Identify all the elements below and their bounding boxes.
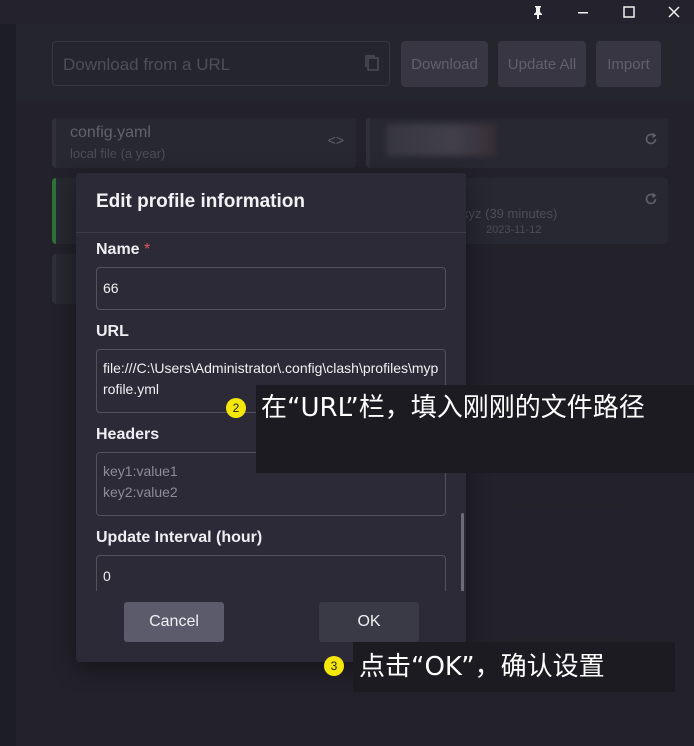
dialog-scrollbar[interactable]	[461, 513, 464, 593]
pin-icon[interactable]	[516, 0, 560, 24]
name-label-text: Name	[96, 241, 140, 258]
name-value: 66	[103, 280, 119, 296]
headers-placeholder-line2: key2:value2	[103, 484, 178, 500]
ok-button[interactable]: OK	[319, 602, 419, 642]
step-3-callout: 点击“OK”，确认设置	[353, 642, 675, 692]
dialog-title: Edit profile information	[96, 191, 305, 212]
dialog-divider	[76, 232, 466, 233]
step-3-badge: 3	[324, 656, 344, 676]
name-field[interactable]: 66	[96, 267, 446, 310]
close-icon[interactable]	[652, 0, 694, 24]
name-label: Name *	[96, 241, 150, 259]
cancel-button[interactable]: Cancel	[124, 602, 224, 642]
url-label: URL	[96, 323, 129, 340]
required-mark: *	[144, 241, 151, 258]
step-2-callout: 在“URL”栏，填入刚刚的文件路径	[256, 385, 694, 473]
interval-label: Update Interval (hour)	[96, 529, 263, 546]
title-bar	[0, 0, 694, 24]
maximize-icon[interactable]	[607, 0, 651, 24]
minimize-icon[interactable]	[561, 0, 605, 24]
headers-label: Headers	[96, 426, 160, 443]
interval-value: 0	[103, 568, 111, 584]
step-2-badge: 2	[226, 398, 246, 418]
